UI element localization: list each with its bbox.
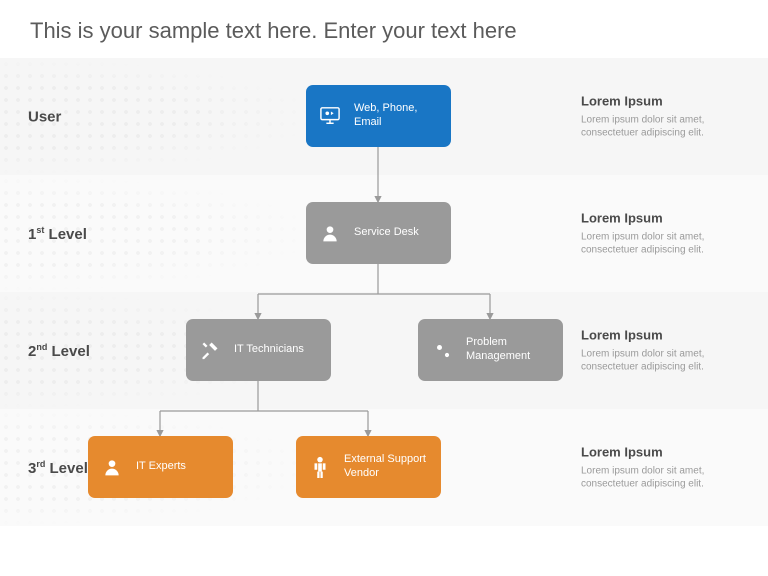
node-it-experts: IT Experts — [88, 436, 233, 498]
desc-title: Lorem Ipsum — [581, 93, 756, 108]
desc-title: Lorem Ipsum — [581, 444, 756, 459]
row-desc-2: Lorem Ipsum Lorem ipsum dolor sit amet, … — [581, 327, 756, 374]
desc-body: Lorem ipsum dolor sit amet, consectetuer… — [581, 347, 756, 374]
tools-icon — [196, 336, 224, 364]
node-label: Problem Management — [466, 336, 553, 364]
person-icon — [98, 453, 126, 481]
monitor-icon — [316, 102, 344, 130]
row-label-suffix: Level — [44, 226, 87, 243]
row-desc-user: Lorem Ipsum Lorem ipsum dolor sit amet, … — [581, 93, 756, 140]
node-label: IT Technicians — [234, 343, 304, 357]
desc-body: Lorem ipsum dolor sit amet, consectetuer… — [581, 230, 756, 257]
desc-title: Lorem Ipsum — [581, 327, 756, 342]
diagram-rows: User Lorem Ipsum Lorem ipsum dolor sit a… — [0, 58, 768, 526]
node-label: Web, Phone, Email — [354, 102, 441, 130]
row-desc-3: Lorem Ipsum Lorem ipsum dolor sit amet, … — [581, 444, 756, 491]
node-label: Service Desk — [354, 226, 419, 240]
person-standing-icon — [306, 453, 334, 481]
row-level-2: 2nd Level Lorem Ipsum Lorem ipsum dolor … — [0, 292, 768, 409]
row-label-text: User — [28, 108, 61, 125]
node-problem-management: Problem Management — [418, 319, 563, 381]
node-service-desk: Service Desk — [306, 202, 451, 264]
row-label-1: 1st Level — [28, 225, 87, 243]
node-it-technicians: IT Technicians — [186, 319, 331, 381]
page-title: This is your sample text here. Enter you… — [0, 0, 768, 58]
row-label-sup: rd — [36, 459, 45, 469]
node-label: IT Experts — [136, 460, 186, 474]
row-desc-1: Lorem Ipsum Lorem ipsum dolor sit amet, … — [581, 210, 756, 257]
person-icon — [316, 219, 344, 247]
gears-icon — [428, 336, 456, 364]
desc-body: Lorem ipsum dolor sit amet, consectetuer… — [581, 113, 756, 140]
row-label-sup: nd — [36, 342, 47, 352]
row-label-suffix: Level — [45, 460, 88, 477]
node-label: External Support Vendor — [344, 453, 431, 481]
row-label-user: User — [28, 108, 61, 125]
desc-title: Lorem Ipsum — [581, 210, 756, 225]
row-label-2: 2nd Level — [28, 342, 90, 360]
row-label-3: 3rd Level — [28, 459, 88, 477]
node-user-contact: Web, Phone, Email — [306, 85, 451, 147]
desc-body: Lorem ipsum dolor sit amet, consectetuer… — [581, 464, 756, 491]
node-external-vendor: External Support Vendor — [296, 436, 441, 498]
row-label-suffix: Level — [47, 343, 90, 360]
